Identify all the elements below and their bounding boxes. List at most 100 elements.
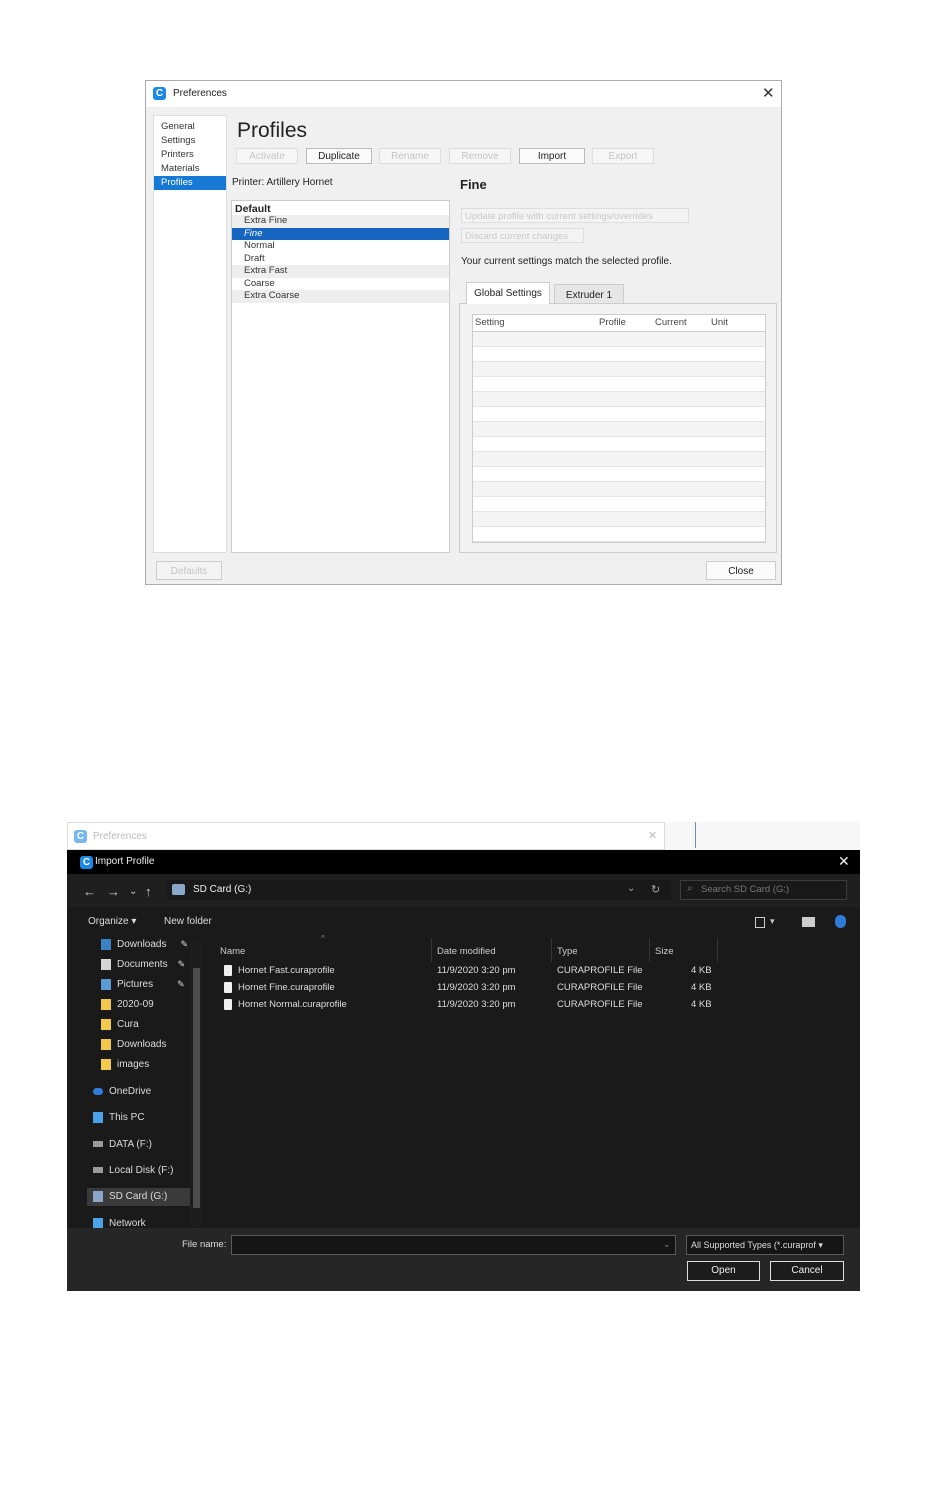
- sort-chevron-icon: ^: [321, 934, 325, 943]
- file-row[interactable]: Hornet Fine.curaprofile 11/9/2020 3:20 p…: [221, 980, 731, 996]
- activate-button[interactable]: Activate: [236, 148, 298, 164]
- remove-button[interactable]: Remove: [449, 148, 511, 164]
- organize-menu[interactable]: Organize ▾: [88, 916, 136, 927]
- discard-changes-button[interactable]: Discard current changes: [461, 228, 584, 243]
- nav-item-pictures[interactable]: Pictures ✎: [101, 979, 185, 990]
- nav-item-settings[interactable]: Settings: [154, 134, 226, 148]
- nav-item-profiles[interactable]: Profiles: [154, 176, 226, 190]
- profile-item-extra-coarse[interactable]: Extra Coarse: [232, 290, 449, 303]
- import-button[interactable]: Import: [519, 148, 585, 164]
- file-icon: [224, 982, 232, 993]
- open-button[interactable]: Open: [687, 1261, 760, 1281]
- view-options-icon[interactable]: [755, 917, 765, 928]
- nav-item-cura[interactable]: Cura: [101, 1019, 139, 1030]
- nav-item-onedrive[interactable]: OneDrive: [93, 1086, 151, 1097]
- tab-global-settings[interactable]: Global Settings: [466, 282, 550, 304]
- help-icon[interactable]: [835, 915, 846, 928]
- profile-item-fine[interactable]: Fine: [232, 227, 449, 240]
- close-icon[interactable]: ✕: [838, 853, 850, 870]
- nav-item-network[interactable]: Network: [93, 1218, 146, 1228]
- rename-button[interactable]: Rename: [379, 148, 441, 164]
- preview-pane-icon[interactable]: [802, 917, 815, 927]
- file-row[interactable]: Hornet Fast.curaprofile 11/9/2020 3:20 p…: [221, 963, 731, 979]
- duplicate-button[interactable]: Duplicate: [306, 148, 372, 164]
- table-row: [473, 332, 765, 347]
- address-bar-row: ← → ⌄ ↑ SD Card (G:) ⌄ ↻ ⌕ Search SD Car…: [67, 874, 860, 907]
- col-size[interactable]: Size: [655, 946, 673, 957]
- preferences-nav: General Settings Printers Materials Prof…: [153, 115, 227, 553]
- close-button[interactable]: Close: [706, 561, 776, 580]
- drive-icon: [172, 884, 185, 895]
- col-type[interactable]: Type: [557, 946, 578, 957]
- forward-arrow-icon[interactable]: →: [107, 884, 120, 899]
- defaults-button[interactable]: Defaults: [156, 561, 222, 580]
- navigation-pane: Downloads ✎ Documents ✎ Pictures ✎ 2020-09 …: [73, 935, 190, 1228]
- col-current[interactable]: Current: [655, 317, 687, 328]
- close-icon[interactable]: ✕: [762, 84, 775, 102]
- nav-item-materials[interactable]: Materials: [154, 162, 226, 176]
- nav-item-documents[interactable]: Documents ✎: [101, 959, 185, 970]
- col-name[interactable]: Name: [220, 946, 245, 957]
- chevron-down-icon[interactable]: ⌄: [627, 883, 635, 894]
- tab-extruder-1[interactable]: Extruder 1: [554, 284, 624, 304]
- profile-item-extra-fine[interactable]: Extra Fine: [232, 215, 449, 228]
- refresh-icon[interactable]: ↻: [651, 883, 660, 896]
- nav-item-this-pc[interactable]: This PC: [93, 1112, 145, 1123]
- file-type-select[interactable]: All Supported Types (*.curaprof ▾: [686, 1235, 844, 1255]
- profile-item-coarse[interactable]: Coarse: [232, 278, 449, 291]
- close-icon: ✕: [648, 830, 658, 842]
- folder-icon: [101, 1019, 111, 1030]
- column-divider[interactable]: [431, 938, 432, 962]
- address-field[interactable]: SD Card (G:) ⌄ ↻: [167, 880, 671, 900]
- nav-item-general[interactable]: General: [154, 120, 226, 134]
- export-button[interactable]: Export: [592, 148, 654, 164]
- back-arrow-icon[interactable]: ←: [83, 884, 96, 899]
- cura-app-icon: C: [74, 830, 87, 843]
- profile-item-draft[interactable]: Draft: [232, 253, 449, 266]
- col-setting[interactable]: Setting: [475, 317, 505, 328]
- column-divider[interactable]: [649, 938, 650, 962]
- update-profile-button[interactable]: Update profile with current settings/ove…: [461, 208, 689, 223]
- nav-item-data-drive[interactable]: DATA (F:): [93, 1139, 152, 1150]
- pictures-icon: [101, 979, 111, 990]
- nav-item-images[interactable]: images: [101, 1059, 149, 1070]
- document-icon: [101, 959, 111, 970]
- col-unit[interactable]: Unit: [711, 317, 728, 328]
- folder-icon: [101, 1039, 111, 1050]
- settings-table: Setting Profile Current Unit: [472, 314, 766, 543]
- search-icon: ⌕: [687, 883, 693, 894]
- file-icon: [224, 999, 232, 1010]
- file-name-input[interactable]: ⌄: [231, 1235, 676, 1255]
- new-folder-button[interactable]: New folder: [164, 916, 212, 927]
- nav-scrollbar-thumb[interactable]: [193, 968, 200, 1208]
- drive-icon: [93, 1167, 103, 1174]
- file-row[interactable]: Hornet Normal.curaprofile 11/9/2020 3:20…: [221, 997, 731, 1013]
- chevron-down-icon[interactable]: ⌄: [663, 1239, 671, 1250]
- computer-icon: [93, 1112, 103, 1123]
- column-divider[interactable]: [551, 938, 552, 962]
- recent-chevron-icon[interactable]: ⌄: [129, 886, 137, 897]
- nav-item-downloads-folder[interactable]: Downloads: [101, 1039, 166, 1050]
- nav-item-printers[interactable]: Printers: [154, 148, 226, 162]
- profile-item-normal[interactable]: Normal: [232, 240, 449, 253]
- chevron-down-icon[interactable]: ▾: [770, 916, 775, 927]
- profile-item-extra-fast[interactable]: Extra Fast: [232, 265, 449, 278]
- cancel-button[interactable]: Cancel: [770, 1261, 844, 1281]
- nav-item-local-disk[interactable]: Local Disk (F:): [93, 1165, 173, 1176]
- pin-icon: ✎: [180, 939, 189, 950]
- table-row: [473, 347, 765, 362]
- table-row: [473, 422, 765, 437]
- background-preferences-window: C Preferences ✕: [67, 822, 665, 850]
- col-date-modified[interactable]: Date modified: [437, 946, 496, 957]
- file-icon: [224, 965, 232, 976]
- nav-item-2020-09[interactable]: 2020-09: [101, 999, 154, 1010]
- nav-item-sd-card[interactable]: SD Card (G:): [87, 1188, 190, 1206]
- network-icon: [93, 1218, 103, 1228]
- column-divider[interactable]: [717, 938, 718, 962]
- nav-item-downloads[interactable]: Downloads ✎: [101, 939, 188, 950]
- up-arrow-icon[interactable]: ↑: [145, 884, 152, 899]
- dialog-footer: File name: ⌄ All Supported Types (*.cura…: [67, 1228, 860, 1291]
- background-area: [665, 822, 860, 850]
- col-profile[interactable]: Profile: [599, 317, 626, 328]
- search-input[interactable]: ⌕ Search SD Card (G:): [680, 880, 847, 900]
